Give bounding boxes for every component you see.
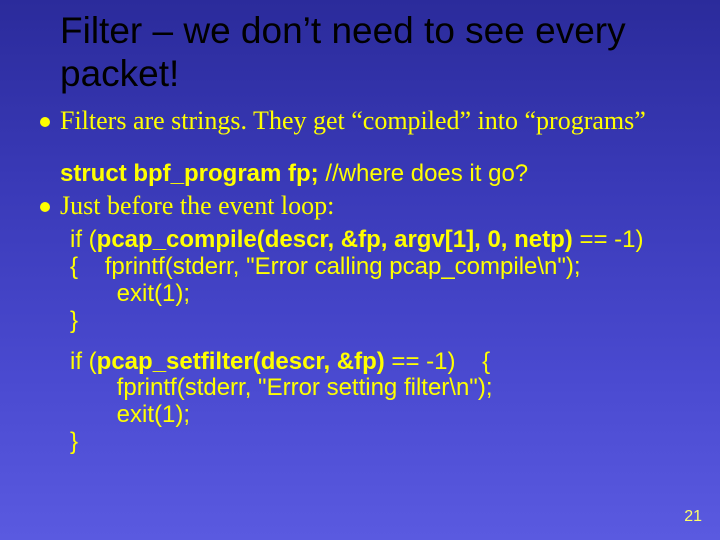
code-text: if ( [70,348,97,375]
slide-number: 21 [684,508,702,526]
code-comment: //where does it go? [325,160,528,187]
code-text: exit(1); [70,280,190,307]
code-text: } [70,428,78,455]
slide: Filter – we don’t need to see every pack… [0,0,720,540]
code-text: { fprintf(stderr, "Error calling pcap_co… [70,253,581,280]
spacer [40,142,690,160]
bullet-item: Just before the event loop: [40,190,690,221]
code-text: if ( [70,226,97,253]
bullet-text: Just before the event loop: [60,190,334,221]
code-call: pcap_compile(descr, &fp, argv[1], 0, net… [97,226,573,253]
code-text: == -1) [573,226,644,253]
code-text: == -1) { [385,348,490,375]
bullet-icon [40,117,50,127]
bullet-item: Filters are strings. They get “compiled”… [40,105,690,136]
slide-content: Filters are strings. They get “compiled”… [0,95,720,456]
code-call: pcap_setfilter(descr, &fp) [97,348,385,375]
code-text: fprintf(stderr, "Error setting filter\n"… [70,374,492,401]
code-block-setfilter: if (pcap_setfilter(descr, &fp) == -1) { … [70,349,690,457]
code-text: } [70,307,78,334]
slide-title: Filter – we don’t need to see every pack… [0,0,720,95]
bullet-icon [40,202,50,212]
code-text: exit(1); [70,401,190,428]
code-struct-decl: struct bpf_program fp; [60,160,319,187]
bullet-text: Filters are strings. They get “compiled”… [60,105,646,136]
code-block-compile: if (pcap_compile(descr, &fp, argv[1], 0,… [70,227,690,335]
code-declaration: struct bpf_program fp; //where does it g… [60,160,690,188]
